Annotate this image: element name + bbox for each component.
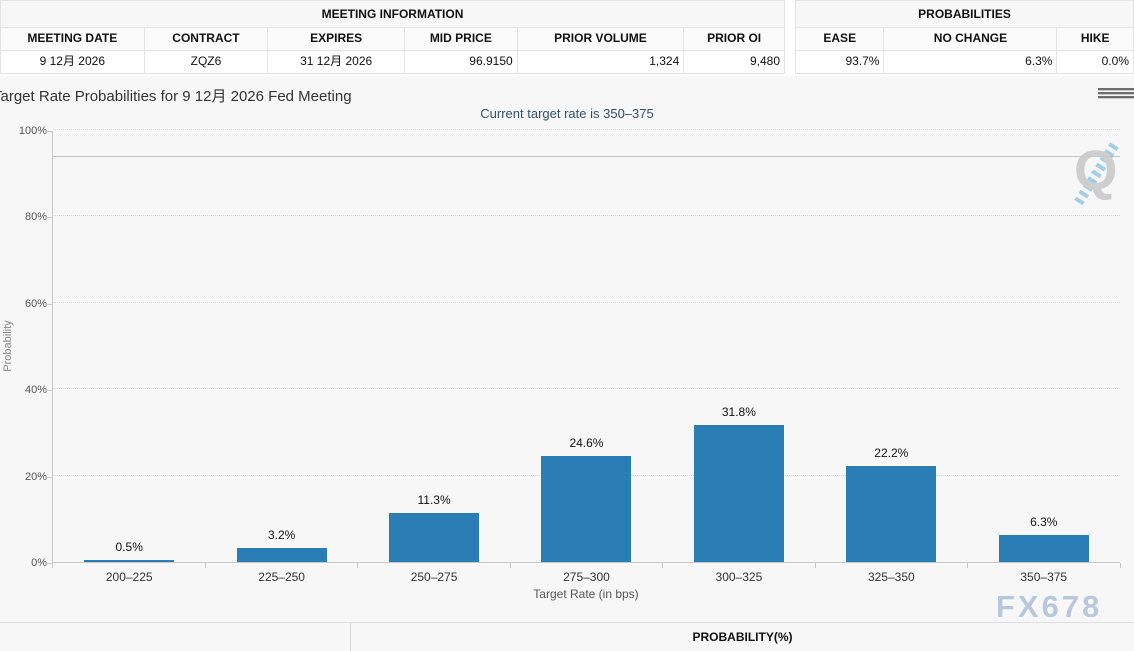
value-no-change: 6.3% [883, 51, 1056, 73]
y-axis-tick [46, 217, 52, 218]
bar-value-label: 22.2% [815, 446, 967, 460]
col-header-prior-volume: PRIOR VOLUME [517, 28, 684, 50]
y-axis-tick-label: 100% [7, 125, 47, 137]
value-expires: 31 12月 2026 [267, 51, 404, 73]
gridline [53, 129, 1120, 130]
x-axis-category-label: 325–350 [815, 570, 967, 584]
probabilities-value-row: 93.7% 6.3% 0.0% [795, 51, 1134, 74]
y-axis-tick-label: 20% [7, 471, 47, 483]
x-axis-category-label: 225–250 [205, 570, 357, 584]
y-axis-tick [46, 390, 52, 391]
col-header-contract: CONTRACT [144, 28, 268, 50]
x-axis-tick [357, 563, 358, 568]
x-axis-tick [815, 563, 816, 568]
probabilities-header-row: EASE NO CHANGE HIKE [795, 28, 1134, 51]
bar-value-label: 0.5% [53, 540, 205, 554]
chart-title: Target Rate Probabilities for 9 12月 2026… [0, 85, 352, 106]
x-axis-category-label: 275–300 [510, 570, 662, 584]
footer-bar: PROBABILITY(%) [0, 622, 1134, 651]
bar-value-label: 24.6% [510, 436, 662, 450]
col-header-expires: EXPIRES [267, 28, 404, 50]
col-header-mid-price: MID PRICE [404, 28, 517, 50]
bar-column: 11.3%250–275 [358, 131, 510, 562]
col-header-no-change: NO CHANGE [883, 28, 1056, 50]
bar-value-label: 11.3% [358, 493, 510, 507]
chart-context-menu-button[interactable] [1098, 88, 1118, 103]
bar-275–300[interactable] [541, 456, 631, 562]
value-prior-volume: 1,324 [517, 51, 684, 73]
bar-column: 31.8%300–325 [663, 131, 815, 562]
bar-200–225[interactable] [84, 560, 174, 562]
probability-bar-chart: Target Rate Probabilities for 9 12月 2026… [0, 76, 1134, 622]
y-axis-tick-label: 40% [7, 384, 47, 396]
x-axis-tick [662, 563, 663, 568]
bar-value-label: 6.3% [968, 515, 1120, 529]
meeting-info-value-row: 9 12月 2026 ZQZ6 31 12月 2026 96.9150 1,32… [0, 51, 785, 74]
quikstrike-q-icon: Q [1074, 142, 1118, 198]
value-ease: 93.7% [796, 51, 883, 73]
y-axis-title: Probability [2, 307, 14, 385]
meeting-info-header-row: MEETING DATE CONTRACT EXPIRES MID PRICE … [0, 28, 785, 51]
meeting-info-table: MEETING INFORMATION MEETING DATE CONTRAC… [0, 0, 785, 74]
bar-325–350[interactable] [846, 466, 936, 562]
col-header-hike: HIKE [1056, 28, 1133, 50]
bar-column: 0.5%200–225 [53, 131, 205, 562]
y-axis-tick [46, 131, 52, 132]
x-axis-category-label: 200–225 [53, 570, 205, 584]
hamburger-menu-icon [1098, 88, 1134, 91]
y-axis-tick-label: 60% [7, 298, 47, 310]
value-prior-oi: 9,480 [683, 51, 784, 73]
probabilities-title: PROBABILITIES [795, 0, 1134, 28]
value-contract: ZQZ6 [144, 51, 268, 73]
x-axis-tick [1120, 563, 1121, 568]
fedwatch-page: MEETING INFORMATION MEETING DATE CONTRAC… [0, 0, 1134, 651]
chart-subtitle: Current target rate is 350–375 [0, 106, 1134, 121]
bar-value-label: 31.8% [663, 405, 815, 419]
col-header-ease: EASE [796, 28, 883, 50]
fx678-watermark: FX678 [996, 589, 1102, 625]
y-axis-tick [46, 477, 52, 478]
col-header-prior-oi: PRIOR OI [683, 28, 784, 50]
bar-column: 3.2%225–250 [205, 131, 357, 562]
probabilities-table: PROBABILITIES EASE NO CHANGE HIKE 93.7% … [795, 0, 1134, 74]
bar-225–250[interactable] [237, 548, 327, 562]
x-axis-tick [967, 563, 968, 568]
plot-area: 0.5%200–2253.2%225–25011.3%250–27524.6%2… [52, 131, 1120, 563]
col-header-meeting-date: MEETING DATE [1, 28, 144, 50]
bar-value-label: 3.2% [205, 528, 357, 542]
x-axis-tick [510, 563, 511, 568]
x-axis-tick [205, 563, 206, 568]
x-axis-tick [52, 563, 53, 568]
y-axis-tick-label: 0% [7, 557, 47, 569]
value-meeting-date: 9 12月 2026 [1, 51, 144, 73]
meeting-info-title: MEETING INFORMATION [0, 0, 785, 28]
bar-250–275[interactable] [389, 513, 479, 562]
bar-350–375[interactable] [999, 535, 1089, 562]
quikstrike-watermark: Q [1068, 142, 1124, 202]
x-axis-category-label: 350–375 [968, 570, 1120, 584]
y-axis-tick [46, 304, 52, 305]
bar-300–325[interactable] [694, 425, 784, 562]
x-axis-category-label: 300–325 [663, 570, 815, 584]
bar-column: 22.2%325–350 [815, 131, 967, 562]
footer-probability-label: PROBABILITY(%) [351, 623, 1134, 651]
value-mid-price: 96.9150 [404, 51, 517, 73]
footer-left-cell [0, 623, 351, 651]
x-axis-category-label: 250–275 [358, 570, 510, 584]
x-axis-title: Target Rate (in bps) [52, 587, 1120, 601]
value-hike: 0.0% [1056, 51, 1133, 73]
y-axis-tick-label: 80% [7, 211, 47, 223]
bar-column: 24.6%275–300 [510, 131, 662, 562]
